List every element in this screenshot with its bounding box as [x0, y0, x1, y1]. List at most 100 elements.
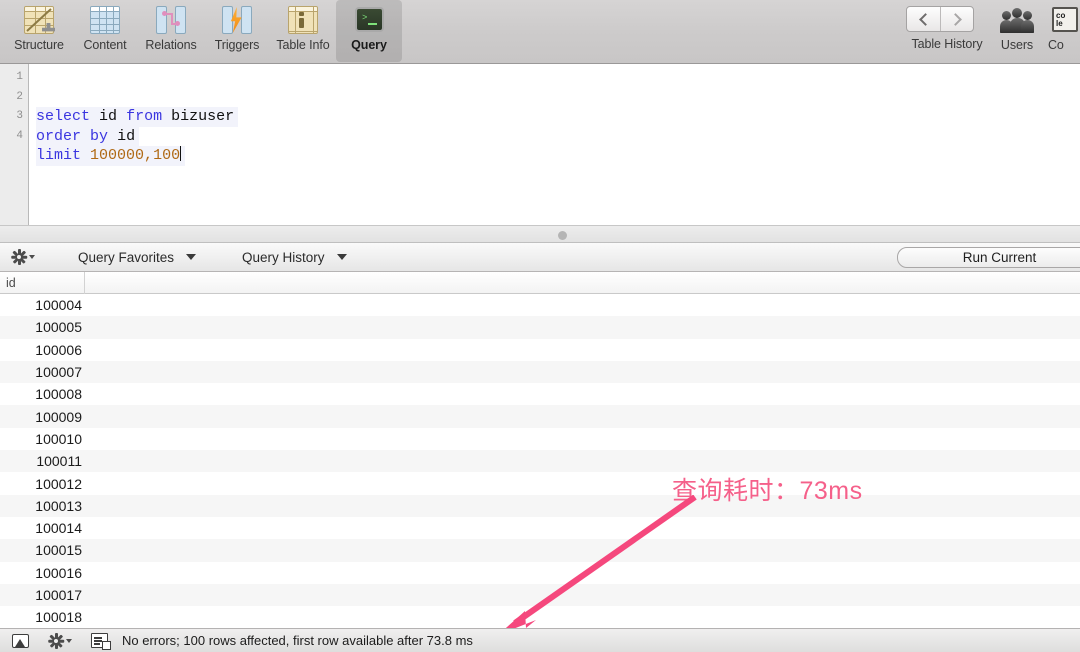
results-table[interactable]: id 100004 100005 100006 100007 100008 100009 1…: [0, 272, 1080, 628]
table-row[interactable]: 100011: [0, 450, 1080, 473]
table-row[interactable]: 100009: [0, 405, 1080, 428]
query-action-bar: Query Favorites Query History Run Curren…: [0, 243, 1080, 272]
line-number: 2: [16, 90, 23, 103]
sql-code-area[interactable]: select id from bizuser order by id limit…: [29, 64, 1080, 225]
users-icon: [1000, 5, 1034, 35]
table-row[interactable]: 100018: [0, 606, 1080, 628]
table-row[interactable]: 100005: [0, 316, 1080, 339]
code-line: order by id: [36, 126, 140, 146]
line-number: 1: [16, 71, 23, 83]
table-row[interactable]: 100007: [0, 360, 1080, 384]
tab-table-info[interactable]: Table Info: [270, 0, 336, 62]
line-number-gutter: 1 2 3 4: [0, 64, 29, 225]
cell-id[interactable]: 100013: [0, 498, 85, 514]
toolbar-users[interactable]: Users: [988, 0, 1046, 62]
splitter-grip[interactable]: [558, 231, 567, 240]
table-row[interactable]: 100013: [0, 494, 1080, 517]
query-history-label: Query History: [242, 249, 325, 265]
results-column-header: id: [0, 272, 1080, 294]
tab-content[interactable]: Content: [72, 0, 138, 62]
table-row[interactable]: 100004: [0, 294, 1080, 317]
back-button[interactable]: [907, 7, 940, 31]
tab-table-info-label: Table Info: [276, 38, 330, 52]
cell-id[interactable]: 100014: [0, 520, 85, 536]
column-header-id[interactable]: id: [0, 272, 85, 294]
cell-id[interactable]: 100009: [0, 409, 85, 425]
cell-id[interactable]: 100005: [0, 319, 85, 335]
chevron-down-icon: [336, 254, 347, 260]
cell-id[interactable]: 100016: [0, 565, 85, 581]
cell-id[interactable]: 100008: [0, 386, 85, 402]
cell-id[interactable]: 100004: [0, 297, 85, 313]
console-label: Co: [1048, 38, 1064, 52]
table-history-label: Table History: [911, 37, 983, 51]
tab-triggers-label: Triggers: [214, 38, 260, 52]
table-info-icon: [286, 5, 320, 35]
history-nav-group: [906, 6, 974, 32]
relations-icon: [154, 5, 188, 35]
triggers-icon: [220, 5, 254, 35]
sql-editor[interactable]: 1 2 3 4 select id from bizuser order by id …: [0, 64, 1080, 225]
status-gear-menu[interactable]: [48, 632, 72, 649]
cell-id[interactable]: 100012: [0, 476, 85, 492]
structure-icon: [22, 5, 56, 35]
table-row[interactable]: 100017: [0, 583, 1080, 607]
run-current-button[interactable]: Run Current: [897, 247, 1080, 268]
users-label: Users: [1000, 38, 1034, 52]
image-preview-button[interactable]: [12, 633, 29, 648]
query-history-dropdown[interactable]: Query History: [242, 250, 347, 265]
tab-query[interactable]: > Query: [336, 0, 402, 62]
gear-icon: [48, 632, 65, 649]
code-line: limit 100000,100: [36, 146, 186, 166]
table-row[interactable]: 100016: [0, 561, 1080, 584]
cell-id[interactable]: 100011: [0, 453, 85, 469]
cell-id[interactable]: 100018: [0, 609, 85, 625]
dropdown-arrow-icon: [29, 255, 35, 259]
table-row[interactable]: 100014: [0, 516, 1080, 540]
chevron-down-icon: [186, 254, 197, 260]
image-preview-icon: [12, 633, 29, 648]
toolbar-tab-group: Structure Content Relations Triggers Tab…: [0, 0, 402, 62]
table-row[interactable]: 100008: [0, 383, 1080, 406]
editor-results-splitter[interactable]: [0, 225, 1080, 243]
line-number: 4: [16, 129, 23, 142]
forward-button[interactable]: [940, 7, 973, 31]
table-row[interactable]: 100010: [0, 427, 1080, 451]
cell-id[interactable]: 100007: [0, 364, 85, 380]
run-current-label: Run Current: [962, 250, 1037, 265]
tab-triggers[interactable]: Triggers: [204, 0, 270, 62]
table-row[interactable]: 100012: [0, 472, 1080, 495]
query-terminal-icon: >: [352, 5, 386, 35]
status-bar: No errors; 100 rows affected, first row …: [0, 628, 1080, 652]
tab-content-label: Content: [83, 38, 127, 52]
query-gear-menu[interactable]: [11, 249, 35, 265]
toolbar-right-group: Table History Users co le Co: [906, 0, 1080, 62]
tab-relations-label: Relations: [145, 38, 197, 52]
cell-id[interactable]: 100017: [0, 587, 85, 603]
chevron-left-icon: [918, 12, 932, 26]
tab-query-label: Query: [351, 38, 387, 52]
annotation-text: 查询耗时：73ms: [672, 477, 863, 505]
cell-id[interactable]: 100006: [0, 342, 85, 358]
dropdown-arrow-icon: [66, 638, 72, 643]
table-history-control: Table History: [906, 0, 988, 51]
table-row[interactable]: 100015: [0, 539, 1080, 562]
tab-structure-label: Structure: [14, 38, 64, 52]
gear-icon: [11, 249, 28, 265]
line-number: 3: [16, 110, 23, 122]
cell-id[interactable]: 100010: [0, 431, 85, 447]
main-toolbar: Structure Content Relations Triggers Tab…: [0, 0, 1080, 64]
table-row[interactable]: 100006: [0, 338, 1080, 361]
tab-structure[interactable]: Structure: [6, 0, 72, 62]
table-document-icon: [91, 633, 111, 650]
code-line: select id from bizuser: [36, 107, 239, 127]
toolbar-console[interactable]: co le Co: [1046, 0, 1080, 62]
text-caret: [180, 146, 182, 161]
sequel-pro-window: Structure Content Relations Triggers Tab…: [0, 0, 1080, 652]
query-favorites-dropdown[interactable]: Query Favorites: [78, 250, 197, 265]
chevron-right-icon: [949, 12, 962, 26]
tab-relations[interactable]: Relations: [138, 0, 204, 62]
cell-id[interactable]: 100015: [0, 542, 85, 558]
table-document-button[interactable]: [91, 633, 111, 650]
